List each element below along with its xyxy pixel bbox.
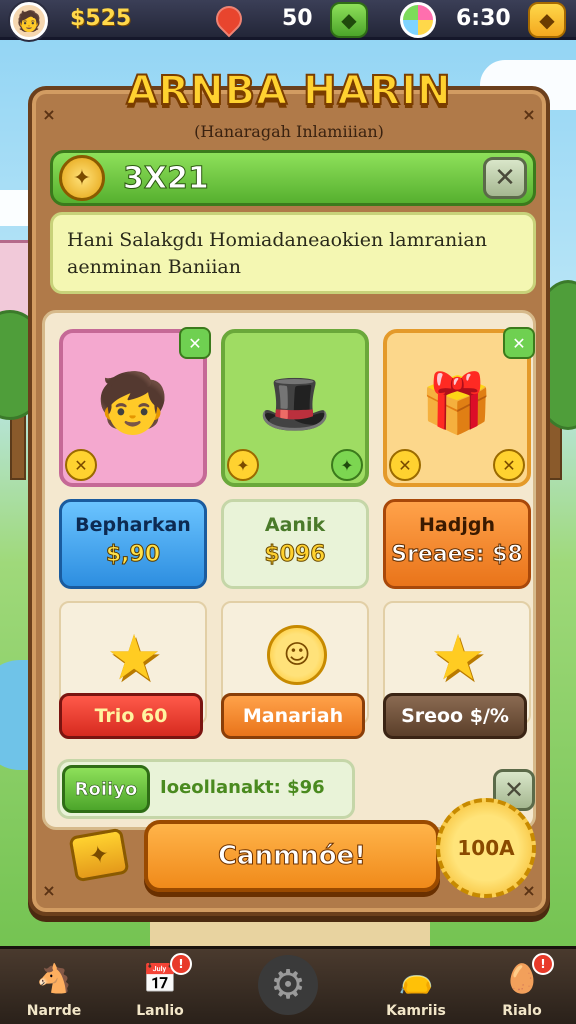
- ticket-icon: ◆: [539, 8, 555, 32]
- nav-item-narrde[interactable]: 🐴 Narrde: [4, 953, 104, 1024]
- coin-balance: $525: [70, 6, 132, 31]
- hat-machine-icon: 🎩: [258, 368, 332, 437]
- screw-icon: ×: [42, 881, 56, 900]
- price-tile[interactable]: Hadjgh Sreaes: $8: [383, 499, 531, 589]
- timer-icon: [400, 2, 436, 38]
- price-value: $,90: [105, 542, 161, 568]
- remove-icon[interactable]: ✕: [503, 327, 535, 359]
- sun-icon: ☺: [267, 625, 327, 685]
- reward-button[interactable]: Sreoo $/%: [383, 693, 527, 739]
- nav-item-kamriis[interactable]: 👝 Kamriis: [366, 953, 466, 1024]
- ticket-button[interactable]: ◆: [528, 2, 566, 38]
- chest-icon[interactable]: ✦: [68, 827, 130, 883]
- avatar[interactable]: 🧑: [10, 2, 48, 40]
- close-button[interactable]: ✕: [483, 157, 527, 199]
- reward-button[interactable]: Manariah: [221, 693, 365, 739]
- coin-icon: ✦: [59, 155, 105, 201]
- horse-icon: 🐴: [36, 961, 72, 995]
- close-icon: ✕: [503, 776, 525, 804]
- notification-badge: !: [532, 953, 554, 975]
- timer-value: 6:30: [456, 6, 511, 31]
- nav-item-lanlio[interactable]: 📅 Lanlio !: [110, 953, 210, 1024]
- bag-icon: 👝: [398, 961, 434, 995]
- promo-tag[interactable]: Roiiyo: [62, 765, 150, 813]
- price-label: Hadjgh: [419, 514, 495, 536]
- gear-icon: ⚙: [258, 955, 318, 1015]
- leaf-icon: ✦: [331, 449, 363, 481]
- item-board: 🧒 ✕ ✕ 🎩 ✦ ✦ 🎁 ✕ ✕ ✕ Bepharkan $,90 Aanik…: [42, 310, 536, 830]
- price-tile[interactable]: Bepharkan $,90: [59, 499, 207, 589]
- coin-icon: ✕: [493, 449, 525, 481]
- item-card-hat-machine[interactable]: 🎩 ✦ ✦: [221, 329, 369, 487]
- nav-label: Kamriis: [386, 1003, 446, 1019]
- item-card-character[interactable]: 🧒 ✕ ✕: [59, 327, 211, 487]
- coin-icon: ✕: [389, 449, 421, 481]
- reward-button[interactable]: Trio 60: [59, 693, 203, 739]
- remove-icon[interactable]: ✕: [179, 327, 211, 359]
- price-tile[interactable]: Aanik $096: [221, 499, 369, 589]
- gift-box-icon: 🎁: [420, 368, 494, 437]
- gem-icon: ◆: [341, 8, 357, 32]
- price-value: Sreaes: $8: [391, 542, 524, 568]
- panel-subtitle: (Hanaragah Inlamiiian): [194, 122, 384, 141]
- coin-icon: ✦: [227, 449, 259, 481]
- heart-icon: [210, 0, 248, 38]
- price-label: Bepharkan: [75, 514, 191, 536]
- confirm-button[interactable]: Canmnóe!: [144, 820, 440, 892]
- coin-icon: ✕: [65, 449, 97, 481]
- panel-title: ARNBA HARIN: [125, 67, 452, 115]
- character-icon: 🧒: [96, 368, 170, 437]
- close-icon: ✕: [494, 163, 516, 193]
- promo-bar[interactable]: Roiiyo Ioeollanakt: $96: [57, 759, 355, 819]
- message-box: Hani Salakgdı Homiadaneaokien lamranian …: [50, 212, 536, 294]
- promo-text: Ioeollanakt: $96: [160, 777, 325, 798]
- price-value: $096: [264, 542, 326, 568]
- nav-label: Lanlio: [136, 1003, 184, 1019]
- add-lives-button[interactable]: ◆: [330, 2, 368, 38]
- nav-label: Rialo: [502, 1003, 542, 1019]
- bonus-badge: 100A: [436, 798, 536, 898]
- bottom-navigation: 🐴 Narrde 📅 Lanlio ! ⚙ 👝 Kamriis 🥚 Rialo …: [0, 946, 576, 1024]
- lives-count: 50: [282, 6, 313, 31]
- shop-panel: × × × × ARNBA HARIN (Hanaragah Inlamiiia…: [28, 67, 550, 916]
- notification-badge: !: [170, 953, 192, 975]
- star-icon: ★: [106, 621, 162, 694]
- score-bar: ✦ 3X21 ✕: [50, 150, 536, 206]
- nav-label: Narrde: [26, 1003, 82, 1019]
- nav-item-rialo[interactable]: 🥚 Rialo !: [472, 953, 572, 1024]
- top-status-bar: 🧑 $525 50 ◆ 6:30 ◆: [0, 0, 576, 40]
- screw-icon: ×: [522, 881, 536, 900]
- score-value: 3X21: [123, 161, 210, 197]
- price-label: Aanik: [264, 514, 326, 536]
- star-icon: ★: [430, 621, 486, 694]
- item-card-gift-box[interactable]: 🎁 ✕ ✕ ✕: [383, 327, 535, 487]
- nav-item-settings[interactable]: ⚙: [238, 953, 338, 1024]
